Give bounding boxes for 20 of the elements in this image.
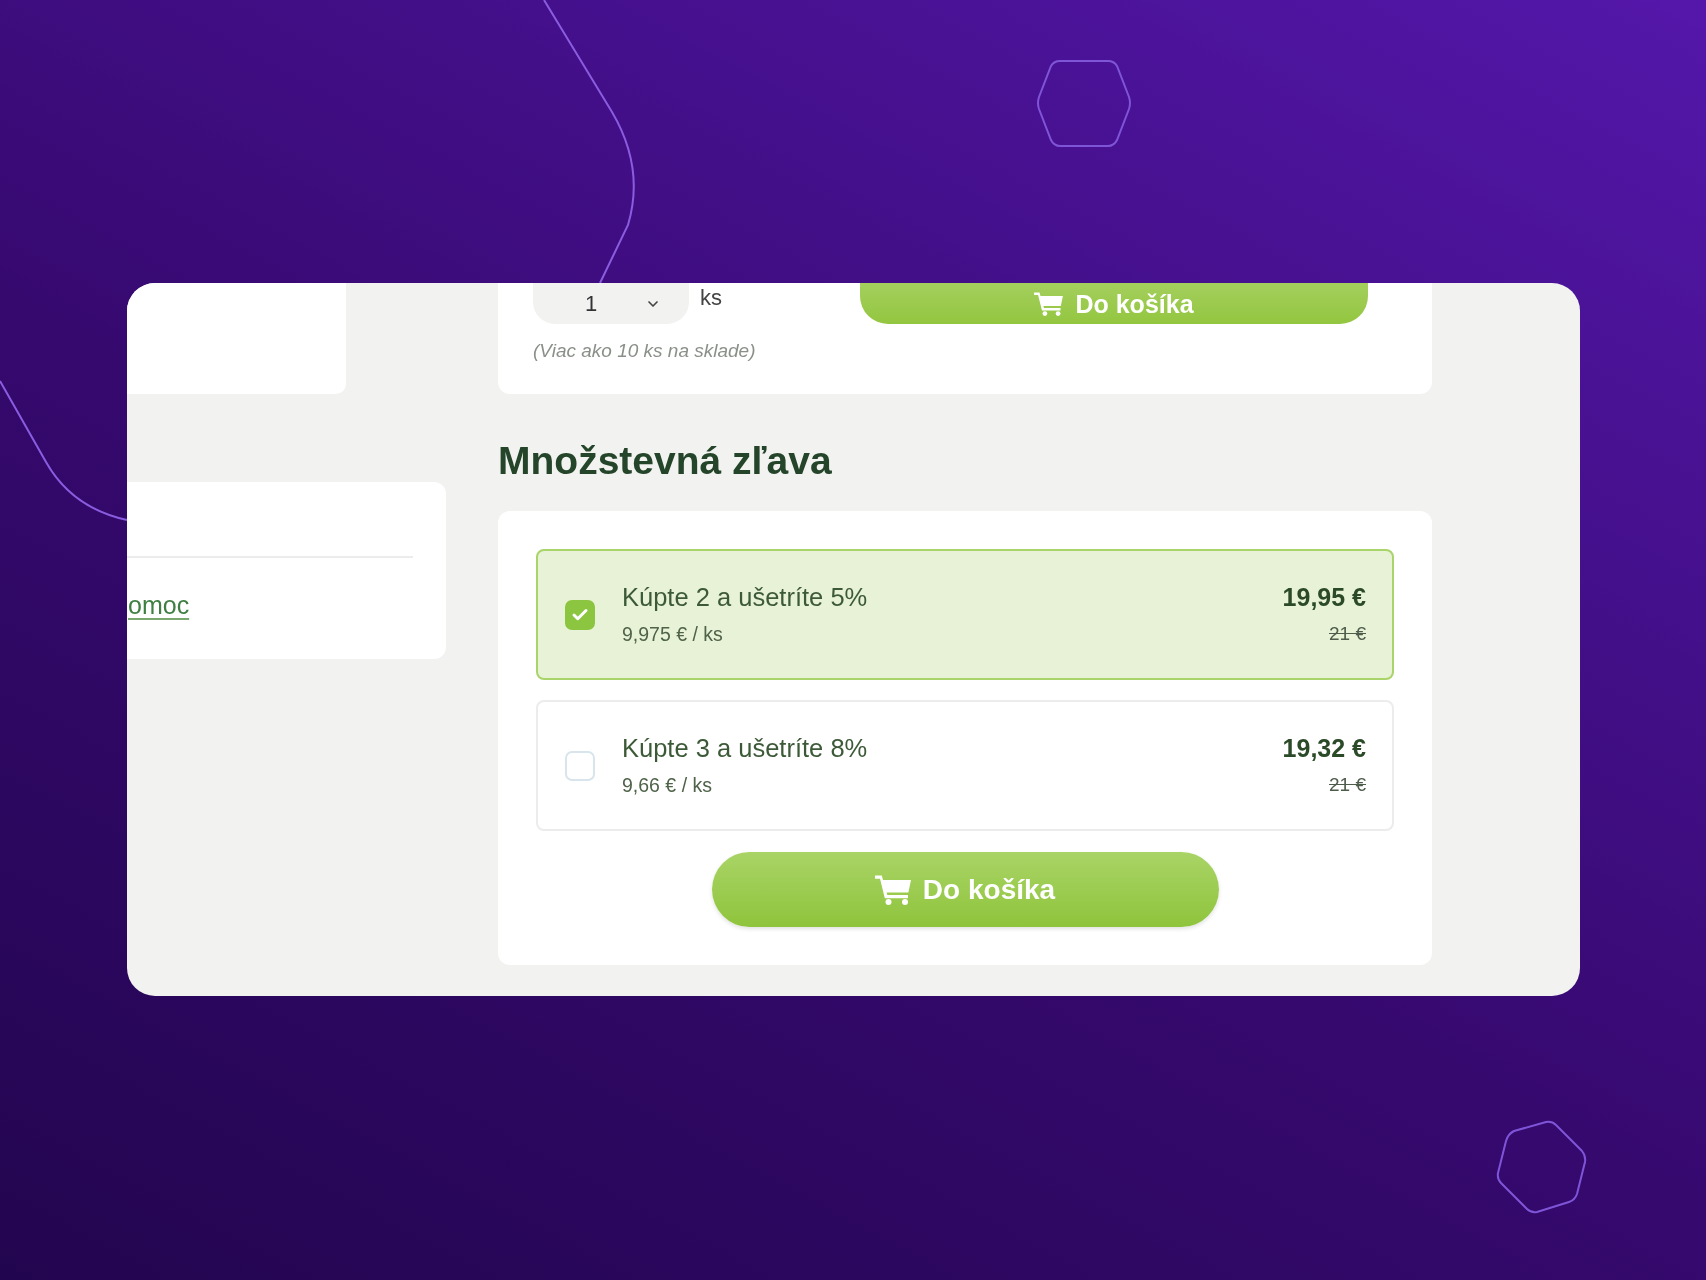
stock-note: (Viac ako 10 ks na sklade) bbox=[533, 340, 756, 362]
cart-icon bbox=[874, 874, 911, 905]
offer-title: Kúpte 3 a ušetríte 8% bbox=[622, 734, 868, 762]
checkbox[interactable] bbox=[565, 599, 595, 630]
discount-option[interactable]: Kúpte 2 a ušetríte 5% 9,975 € / ks 19,95 € 21 € bbox=[536, 549, 1394, 680]
hexagon-icon bbox=[1496, 1120, 1587, 1214]
quantity-select[interactable]: 1 bbox=[533, 283, 689, 324]
hexagon-icon bbox=[1037, 60, 1131, 147]
cart-icon bbox=[1034, 291, 1064, 316]
unit-price: 9,66 € / ks bbox=[622, 773, 712, 797]
text-link[interactable]: omoc bbox=[128, 591, 190, 619]
original-price: 21 € bbox=[1329, 773, 1366, 797]
discounted-price: 19,32 € bbox=[1282, 734, 1366, 762]
unit-price: 9,975 € / ks bbox=[622, 622, 723, 646]
section-heading: Množstevná zľava bbox=[498, 438, 832, 484]
unit-label: ks bbox=[700, 285, 722, 311]
discounted-price: 19,95 € bbox=[1282, 583, 1366, 611]
original-price: 21 € bbox=[1329, 622, 1366, 646]
discount-option[interactable]: Kúpte 3 a ušetríte 8% 9,66 € / ks 19,32 € 21 € bbox=[536, 700, 1394, 831]
offer-title: Kúpte 2 a ušetríte 5% bbox=[622, 583, 868, 611]
